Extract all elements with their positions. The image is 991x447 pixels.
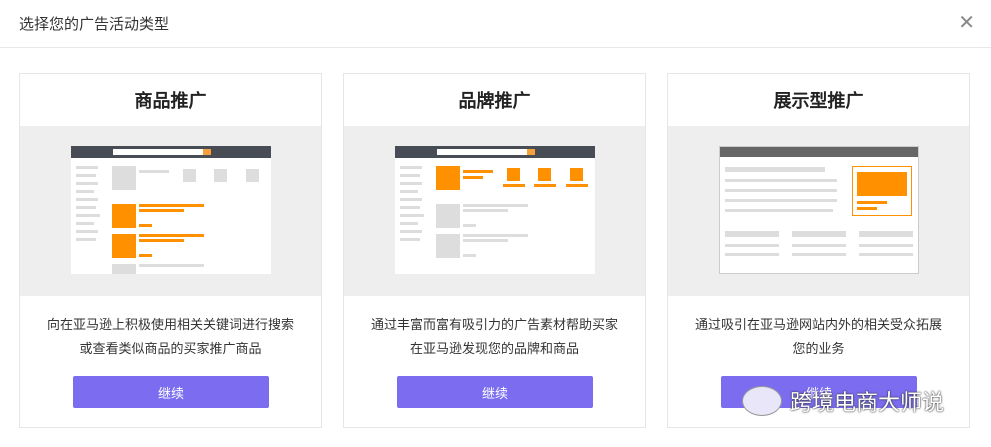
- sponsored-display-illustration: [668, 126, 969, 296]
- sponsored-brands-illustration: [344, 126, 645, 296]
- dialog-title: 选择您的广告活动类型: [19, 15, 170, 33]
- card-sponsored-brands[interactable]: 品牌推广 通过丰富而富有吸引力的广告素材帮助买家在亚马逊发现您的品牌和商品 继续: [343, 73, 646, 428]
- continue-button[interactable]: 继续: [73, 376, 269, 408]
- card-description: 通过丰富而富有吸引力的广告素材帮助买家在亚马逊发现您的品牌和商品: [370, 318, 618, 357]
- close-icon[interactable]: ✕: [958, 10, 975, 34]
- card-title: 品牌推广: [458, 91, 531, 112]
- card-sponsored-products[interactable]: 商品推广 向在亚马逊上积极使用相关关键词进行搜索或查看类似商品的买家推广商品 继…: [19, 73, 322, 428]
- watermark-text: 跨境电商大师说: [790, 391, 945, 416]
- wechat-icon: [742, 386, 782, 416]
- card-description: 通过吸引在亚马逊网站内外的相关受众拓展您的业务: [694, 318, 942, 357]
- sponsored-products-illustration: [20, 126, 321, 296]
- card-title: 商品推广: [134, 91, 207, 112]
- card-title: 展示型推广: [773, 91, 864, 112]
- card-sponsored-display[interactable]: 展示型推广 通过吸引在亚马逊网站内外的相关受众拓展您的业务 继续: [667, 73, 970, 428]
- watermark: 跨境电商大师说: [742, 385, 944, 417]
- dialog-header: 选择您的广告活动类型: [0, 0, 991, 48]
- card-description: 向在亚马逊上积极使用相关关键词进行搜索或查看类似商品的买家推广商品: [46, 318, 294, 357]
- continue-button[interactable]: 继续: [397, 376, 593, 408]
